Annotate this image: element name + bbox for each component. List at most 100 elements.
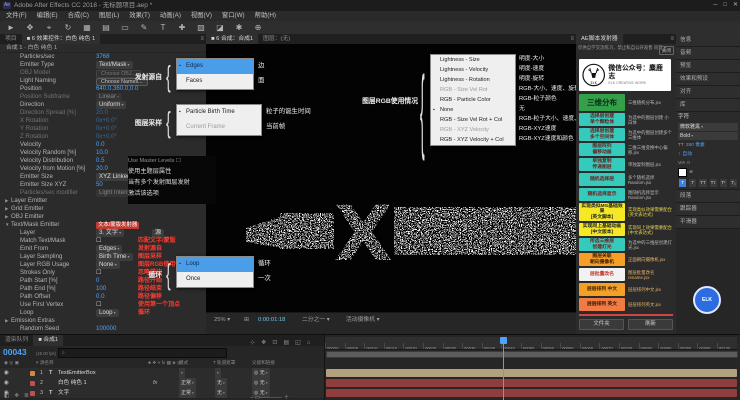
zoom-select[interactable]: 25% ▾ — [214, 313, 230, 327]
trackmatte-select[interactable]: 无 — [215, 378, 227, 388]
property-value[interactable]: ☐ — [96, 237, 101, 245]
property-value[interactable]: 0x+0.0° — [96, 133, 117, 141]
font-style-select[interactable]: Bold — [678, 132, 738, 140]
tool-icon[interactable]: ⊕ — [252, 22, 264, 34]
timeline-view-icon[interactable]: ❖ — [261, 337, 266, 349]
property-value[interactable]: 0.0 — [96, 293, 104, 301]
timeline-tab[interactable]: ■ 合成1 — [33, 335, 63, 346]
tracking-value[interactable]: 0 — [687, 159, 690, 168]
script-footer-button[interactable]: 文件夹 — [579, 319, 624, 330]
timeline-view-icon[interactable]: ▤ — [283, 337, 289, 349]
tool-icon[interactable]: ▤ — [100, 22, 112, 34]
time-ruler[interactable]: 0000000005000100001500020000250003000035… — [325, 337, 737, 350]
timeline-view-icon[interactable]: ◱ — [295, 337, 301, 349]
menu-item[interactable]: 动画(A) — [160, 11, 181, 21]
layer-row[interactable]: ◉ 2 白色 纯色 1 fx 正常 无 ◎ 无 — [0, 378, 740, 388]
property-value[interactable]: 3768 — [96, 53, 110, 61]
timeline-view-icon[interactable]: ⊹ — [250, 337, 255, 349]
script-button[interactable]: 图层关联 朝向摄像机 — [579, 253, 625, 266]
composition-canvas[interactable]: X — [206, 44, 576, 312]
menu-item[interactable]: 合成(C) — [68, 11, 89, 21]
layer-row[interactable]: ◉ 3 T 文字 正常 无 ◎ 无 — [0, 388, 740, 398]
property-value[interactable]: 50 — [96, 181, 103, 189]
leading-value[interactable]: 自动 — [682, 150, 692, 159]
layer-color-chip[interactable] — [30, 381, 35, 386]
layer-color-chip[interactable] — [30, 371, 35, 376]
property-value[interactable]: 20.0 — [96, 165, 108, 173]
trackmatte-select[interactable] — [215, 368, 221, 378]
layer-name[interactable]: 文字 — [58, 388, 69, 398]
property-value[interactable]: 100 — [96, 285, 106, 293]
script-button[interactable]: 单独复制 传递图层 — [579, 158, 625, 171]
dock-panel-tab[interactable]: 音频 — [676, 47, 740, 60]
dock-panel-tab[interactable]: 平滑器 — [676, 216, 740, 229]
script-button[interactable]: 层批量改名 — [579, 268, 625, 281]
menu-item[interactable]: 视图(V) — [191, 11, 212, 21]
text-style-toggle[interactable]: Tт — [709, 178, 718, 188]
dock-panel-tab[interactable]: 段落 — [676, 190, 740, 203]
tool-icon[interactable]: ✎ — [138, 22, 150, 34]
script-button[interactable]: 所选三维层 创建灯光 — [579, 238, 625, 251]
panel-menu-icon[interactable]: ≡ — [200, 34, 204, 44]
layer-duration-bar[interactable] — [326, 379, 737, 387]
fx-switch-icon[interactable]: fx — [153, 378, 157, 388]
blend-mode-select[interactable] — [179, 368, 185, 378]
property-extra-dropdown[interactable]: 源 — [152, 229, 164, 237]
dock-panel-tab[interactable]: 库 — [676, 99, 740, 112]
script-button[interactable]: 选择层创建 多个空间体 — [579, 128, 625, 141]
trackmatte-select[interactable]: 无 — [215, 388, 227, 398]
viewer-timecode[interactable]: 0:00:01:18 — [258, 313, 285, 327]
blend-mode-select[interactable]: 正常 — [179, 388, 196, 398]
visibility-eye-icon[interactable]: ◉ — [4, 378, 9, 388]
timeline-view-icon[interactable]: ⊡ — [272, 337, 277, 349]
tool-icon[interactable]: ▭ — [119, 22, 131, 34]
tool-icon[interactable]: ✥ — [24, 22, 36, 34]
layer-duration-bar[interactable] — [326, 369, 737, 377]
parent-select[interactable]: ◎ 无 — [252, 378, 270, 388]
script-button[interactable]: 图层阵列 偏移动画 — [579, 143, 625, 156]
property-value[interactable]: ☐ — [96, 301, 101, 309]
tool-icon[interactable]: ▧ — [195, 22, 207, 34]
layer-row[interactable]: ◉ 1 T TextEmitterBox ◎ 无 — [0, 368, 740, 378]
text-style-toggle[interactable]: T — [678, 178, 687, 188]
property-value[interactable]: Edges — [96, 245, 122, 253]
script-button[interactable]: 实现同上基础动画 [中文版本] — [579, 223, 625, 236]
viewer-tab[interactable]: 图层：(无) — [258, 34, 295, 44]
property-value[interactable]: 0x+0.0° — [96, 117, 117, 125]
menu-item[interactable]: 效果(T) — [129, 11, 150, 21]
fill-color-swatch[interactable] — [678, 168, 687, 177]
panel-tab[interactable]: ■ 6 效果控件：白色 纯色 1 — [22, 34, 101, 44]
text-style-toggle[interactable]: T¹ — [719, 178, 728, 188]
script-panel-menu-icon[interactable]: ≡ — [670, 34, 674, 44]
script-button[interactable]: 层层排列 英文 — [579, 298, 625, 311]
timeline-footer-icon[interactable]: ≣ — [24, 393, 29, 399]
script-button[interactable]: 层层排列 中文 — [579, 283, 625, 296]
blend-mode-select[interactable]: 正常 — [179, 378, 196, 388]
property-value[interactable]: 10.0 — [96, 149, 108, 157]
dock-panel-tab[interactable]: 效果和预设 — [676, 73, 740, 86]
tool-icon[interactable]: ⌖ — [43, 22, 55, 34]
timeline-zoom-slider[interactable]: − ▭———— ＋ — [250, 393, 289, 400]
property-value[interactable]: Text/Mask — [96, 61, 133, 69]
close-notice-button[interactable]: 关闭 — [659, 46, 674, 55]
script-button[interactable]: 随机选择显示 — [579, 188, 625, 201]
dock-panel-tab[interactable]: 对齐 — [676, 86, 740, 99]
current-frame-display[interactable]: 00043 — [3, 347, 27, 357]
text-style-toggle[interactable]: TT — [698, 178, 707, 188]
layer-name[interactable]: 白色 纯色 1 — [58, 378, 87, 388]
parent-select[interactable]: ◎ 无 — [252, 368, 270, 378]
property-value[interactable]: Light Intensity — [96, 189, 143, 197]
menu-item[interactable]: 图层(L) — [99, 11, 119, 21]
script-panel-tab[interactable]: AE脚本发射器 — [576, 34, 623, 44]
tool-icon[interactable]: T — [157, 22, 169, 34]
layer-color-chip[interactable] — [30, 391, 35, 396]
tool-icon[interactable]: ▦ — [81, 22, 93, 34]
property-value[interactable]: 640.0,360.0,0.0 — [96, 85, 138, 93]
script-button[interactable]: 三维分布 — [579, 94, 625, 111]
tool-icon[interactable]: ✚ — [176, 22, 188, 34]
tool-icon[interactable]: ↻ — [62, 22, 74, 34]
tool-icon[interactable]: ◪ — [214, 22, 226, 34]
menu-item[interactable]: 窗口(W) — [222, 11, 245, 21]
property-value[interactable]: 0 — [96, 277, 99, 285]
timeline-search-input[interactable]: ⌕ — [58, 348, 227, 358]
